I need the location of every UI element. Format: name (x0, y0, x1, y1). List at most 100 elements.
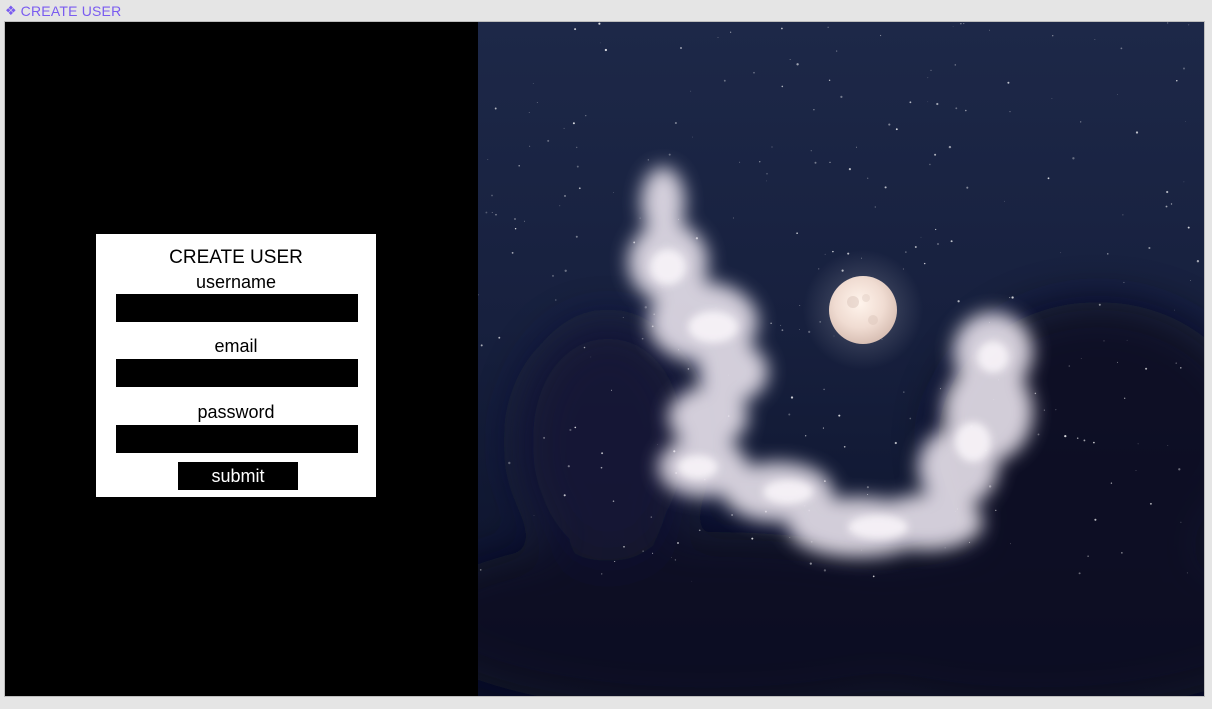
star (1122, 214, 1124, 216)
star (1137, 443, 1139, 445)
username-input[interactable] (116, 294, 358, 322)
star (823, 569, 827, 572)
star (1107, 253, 1109, 255)
star (1076, 437, 1079, 439)
star (1165, 205, 1168, 208)
star (1174, 309, 1175, 311)
star (909, 417, 912, 420)
star (668, 153, 671, 156)
star (598, 22, 601, 25)
star (650, 516, 653, 518)
star (963, 23, 965, 25)
star (1068, 365, 1071, 367)
star (1166, 190, 1169, 194)
star (723, 79, 726, 82)
star (759, 161, 761, 163)
star (569, 428, 572, 432)
star (827, 26, 829, 28)
star (895, 128, 898, 131)
star (930, 69, 932, 72)
star (814, 161, 817, 164)
star (543, 436, 546, 439)
star (809, 562, 812, 565)
star (939, 388, 941, 390)
star (832, 250, 834, 253)
star (564, 269, 567, 272)
star (781, 27, 783, 30)
star (647, 159, 649, 161)
star (523, 220, 526, 222)
star (848, 168, 851, 171)
star (601, 573, 603, 575)
star (698, 529, 701, 532)
star (1078, 572, 1081, 575)
star (936, 102, 939, 106)
star (1182, 67, 1186, 70)
submit-button[interactable]: submit (178, 462, 298, 490)
star (968, 541, 970, 543)
star (935, 228, 937, 231)
star (1120, 47, 1123, 50)
star (905, 251, 907, 253)
star (498, 336, 501, 339)
star (731, 514, 734, 516)
password-input[interactable] (116, 425, 358, 453)
star (966, 186, 969, 189)
star (1135, 470, 1137, 471)
star (1094, 518, 1097, 521)
star (766, 172, 768, 175)
email-input[interactable] (116, 359, 358, 387)
star (1187, 226, 1190, 229)
star (1064, 434, 1067, 438)
star (1007, 81, 1010, 84)
star (1185, 121, 1187, 122)
star (828, 79, 831, 82)
star (536, 102, 538, 104)
star (799, 305, 801, 306)
star (790, 396, 794, 399)
night-sky-moon-clouds-image (478, 22, 1204, 696)
star (995, 509, 997, 512)
star (674, 559, 677, 561)
star (989, 29, 990, 31)
star (511, 251, 514, 254)
night-sky-svg (478, 22, 1204, 696)
star (739, 161, 741, 163)
star (1186, 572, 1188, 574)
star (485, 211, 488, 214)
star (894, 441, 897, 445)
star (1135, 131, 1139, 134)
star (578, 187, 581, 190)
star (960, 22, 962, 25)
star (927, 101, 929, 103)
star (547, 139, 550, 142)
star (948, 145, 952, 149)
star (1196, 260, 1200, 263)
star (770, 322, 772, 324)
star (1087, 555, 1089, 557)
star (934, 153, 937, 156)
star (532, 82, 534, 84)
star (914, 246, 917, 248)
star (888, 123, 891, 126)
star (1183, 181, 1185, 183)
star (789, 537, 791, 539)
star (600, 466, 603, 469)
star (771, 146, 773, 148)
star (796, 63, 799, 66)
star (732, 217, 734, 219)
star (950, 240, 953, 243)
star (656, 444, 658, 445)
star (1170, 203, 1173, 205)
star (601, 452, 604, 455)
star (954, 64, 957, 66)
star (575, 235, 578, 238)
star (491, 211, 493, 213)
star (1180, 521, 1182, 523)
star (813, 108, 815, 111)
star (1103, 340, 1105, 342)
star (518, 165, 520, 167)
star (1167, 22, 1169, 24)
star (1051, 34, 1054, 37)
star (612, 191, 614, 193)
